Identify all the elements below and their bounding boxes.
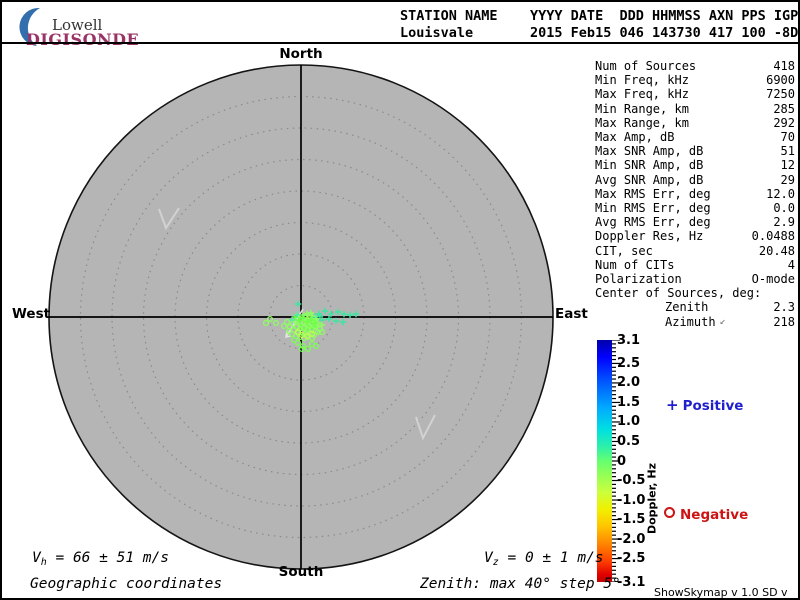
legend-positive: + Positive <box>666 396 743 414</box>
header-values: Louisvale 2015 Feb15 046 143730 417 100 … <box>400 24 799 41</box>
stat-value: 2.3 <box>773 300 795 315</box>
stat-label: Avg SNR Amp, dB <box>595 172 704 187</box>
stat-row: Min SNR Amp, dB 12 <box>595 158 795 172</box>
stat-row: CIT, sec 20.48 <box>595 244 795 258</box>
header-columns: STATION NAME YYYY DATE DDD HHMMSS AXN PP… <box>400 8 799 24</box>
stat-row: Max Amp, dB 70 <box>595 130 795 144</box>
stat-row: Center of Sources, deg: <box>595 286 795 300</box>
vh-symbol: V <box>32 550 41 566</box>
colorbar-tick-label: -2.0 <box>617 531 646 547</box>
coordinate-system-label: Geographic coordinates <box>30 576 223 592</box>
stat-label: Polarization <box>595 272 682 287</box>
stat-label: CIT, sec <box>595 243 653 258</box>
stat-value: 12.0 <box>766 186 795 201</box>
stat-label: Max Amp, dB <box>595 130 675 145</box>
stat-row: Num of CITs 4 <box>595 258 795 272</box>
stat-row: Max RMS Err, deg 12.0 <box>595 187 795 201</box>
showskymap-window: Lowell DIGISONDE STATION NAME YYYY DATE … <box>0 0 800 600</box>
vz-value: = 0 ± 1 m/s <box>498 550 604 566</box>
stat-row: Azimuth ↙ 218 <box>595 315 795 329</box>
colorbar-tick-label: -0.5 <box>617 473 646 489</box>
stat-value: 2.9 <box>773 215 795 230</box>
stat-row: Avg SNR Amp, dB 29 <box>595 173 795 187</box>
compass-north-label: North <box>279 46 323 62</box>
stat-label: Zenith <box>665 300 709 315</box>
horizontal-velocity-readout: Vh = 66 ± 51 m/s <box>32 550 169 568</box>
stat-row: Num of Sources 418 <box>595 59 795 73</box>
colorbar-tick-label: -1.0 <box>617 492 646 508</box>
lowell-digisonde-logo: Lowell DIGISONDE <box>10 4 150 49</box>
colorbar-tick-label: -2.5 <box>617 551 646 567</box>
colorbar-tick-label: 0.5 <box>617 433 641 449</box>
stat-label: Num of Sources <box>595 59 697 73</box>
stat-value: 285 <box>773 101 795 116</box>
compass-east-label: East <box>555 306 588 322</box>
stat-label: Max Freq, kHz <box>595 87 689 102</box>
compass-south-label: South <box>278 564 324 580</box>
stat-row: Max SNR Amp, dB 51 <box>595 144 795 158</box>
stat-row: Min RMS Err, deg 0.0 <box>595 201 795 215</box>
stat-value: O-mode <box>751 272 795 287</box>
stat-label: Center of Sources, deg: <box>595 286 762 301</box>
stat-row: Doppler Res, Hz 0.0488 <box>595 229 795 243</box>
stat-value: 4 <box>787 257 795 272</box>
measurement-stats-panel: Num of Sources 418 Min Freq, kHz 6900 Max Fr… <box>595 59 795 329</box>
legend-negative-label: Negative <box>680 507 749 523</box>
doppler-colorbar <box>597 340 612 582</box>
stat-label: Min RMS Err, deg <box>595 201 711 216</box>
compass-west-label: West <box>12 306 51 322</box>
stat-label: Min SNR Amp, dB <box>595 158 704 173</box>
stat-label: Avg RMS Err, deg <box>595 215 711 230</box>
stat-row: Max Range, km 292 <box>595 116 795 130</box>
stat-value: 6900 <box>766 73 795 88</box>
stat-label: Max RMS Err, deg <box>595 186 711 201</box>
colorbar-tick-label: -1.5 <box>617 512 646 528</box>
colorbar-tick-label: 1.0 <box>617 414 641 430</box>
stat-value: 0.0488 <box>751 229 795 244</box>
stat-row: Polarization O-mode <box>595 272 795 286</box>
colorbar-tick-label: 0 <box>617 453 627 469</box>
stat-row: Max Freq, kHz 7250 <box>595 87 795 101</box>
stat-label: Min Range, km <box>595 101 689 116</box>
stat-value: 29 <box>780 172 795 187</box>
stat-label: Max SNR Amp, dB <box>595 144 704 159</box>
stat-label: Num of CITs <box>595 257 675 272</box>
colorbar-tick-label: 2.5 <box>617 355 641 371</box>
colorbar-tick-label: 3.1 <box>617 332 641 348</box>
azimuth-direction-icon: ↙ <box>719 315 726 327</box>
stat-row: Min Freq, kHz 6900 <box>595 73 795 87</box>
stat-value: 0.0 <box>773 201 795 216</box>
stat-row: Avg RMS Err, deg 2.9 <box>595 215 795 229</box>
stat-row: Min Range, km 285 <box>595 102 795 116</box>
app-version: ShowSkymap v 1.0 SD v 5.1 <box>654 586 788 599</box>
stat-label: Azimuth ↙ <box>665 314 726 329</box>
stat-value: 70 <box>780 130 795 145</box>
stat-label: Max Range, km <box>595 115 689 130</box>
logo-product-text: DIGISONDE <box>26 30 140 49</box>
stat-value: 7250 <box>766 87 795 102</box>
colorbar-axis-title: Doppler, Hz <box>645 462 659 535</box>
stat-row: Zenith 2.3 <box>595 300 795 314</box>
station-header: STATION NAME YYYY DATE DDD HHMMSS AXN PP… <box>400 8 798 41</box>
colorbar-tick-label: 2.0 <box>617 375 641 391</box>
colorbar-tick-label: 1.5 <box>617 394 641 410</box>
vz-symbol: V <box>484 550 493 566</box>
stat-label: Min Freq, kHz <box>595 73 689 88</box>
zenith-scale-note: Zenith: max 40° step 5° <box>420 576 621 592</box>
legend-negative: Negative <box>664 507 748 523</box>
colorbar-tick-label: -3.1 <box>617 574 646 590</box>
stat-value: 218 <box>773 314 795 329</box>
legend-positive-label: Positive <box>682 398 744 414</box>
vh-value: = 66 ± 51 m/s <box>46 550 169 566</box>
stat-value: 20.48 <box>758 243 795 258</box>
stat-value: 12 <box>780 158 795 173</box>
header-divider <box>2 42 798 44</box>
stat-value: 51 <box>780 144 795 159</box>
stat-value: 418 <box>773 59 795 73</box>
stat-value: 292 <box>773 115 795 130</box>
stat-label: Doppler Res, Hz <box>595 229 704 244</box>
plus-marker-icon: + <box>666 396 679 414</box>
vertical-velocity-readout: Vz = 0 ± 1 m/s <box>484 550 604 568</box>
circle-marker-icon <box>664 507 675 518</box>
